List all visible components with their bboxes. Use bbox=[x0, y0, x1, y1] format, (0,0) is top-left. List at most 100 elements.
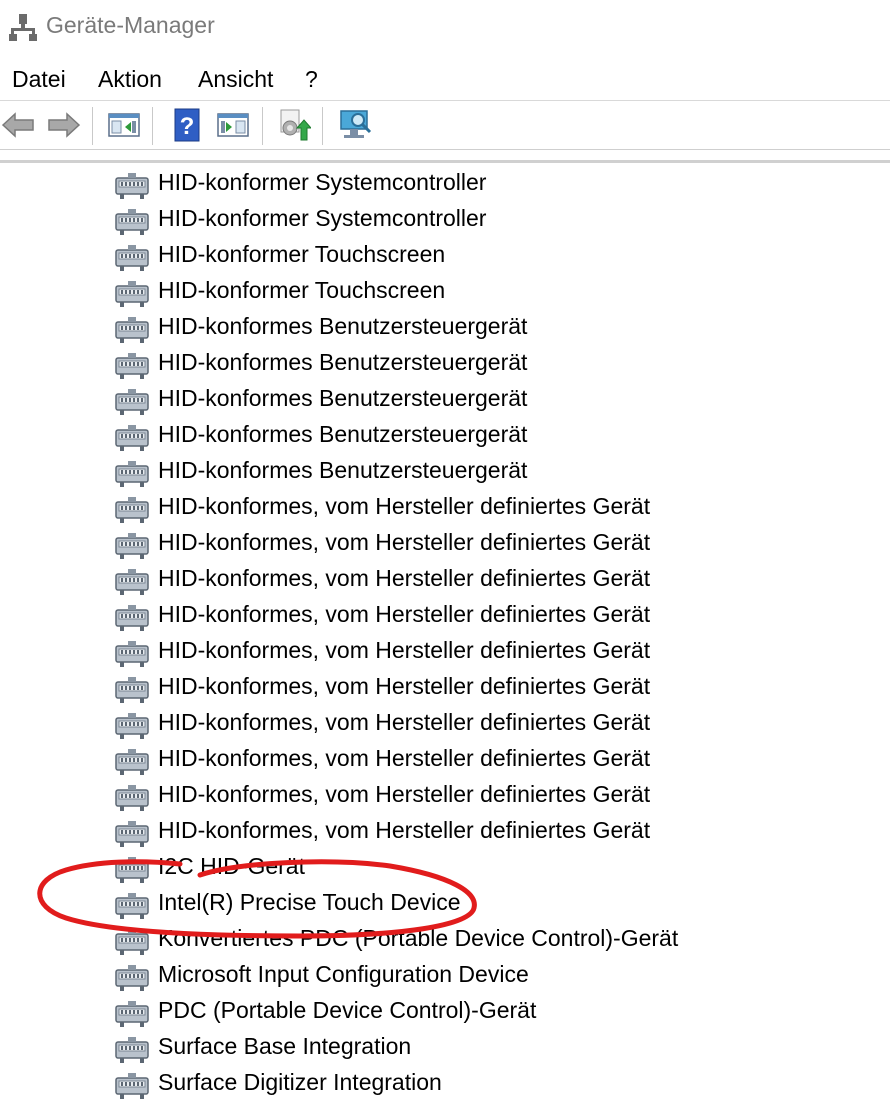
menu-ansicht[interactable]: Ansicht bbox=[198, 66, 273, 93]
device-label: HID-konformes, vom Hersteller definierte… bbox=[158, 637, 651, 663]
device-label: HID-konformes, vom Hersteller definierte… bbox=[158, 565, 651, 591]
device-label: HID-konformes, vom Hersteller definierte… bbox=[158, 817, 651, 843]
hid-device-icon bbox=[114, 386, 150, 416]
device-tree-item[interactable]: Intel(R) Precise Touch Device bbox=[114, 886, 854, 922]
device-label: HID-konformes Benutzersteuergerät bbox=[158, 313, 528, 339]
device-tree-item[interactable]: HID-konformer Systemcontroller bbox=[114, 202, 854, 238]
device-tree-item[interactable]: Microsoft Input Configuration Device bbox=[114, 958, 854, 994]
menu-datei[interactable]: Datei bbox=[12, 66, 66, 93]
hid-device-icon bbox=[114, 1070, 150, 1100]
show-hide-console-tree-button[interactable] bbox=[106, 107, 142, 143]
hid-device-icon bbox=[114, 890, 150, 920]
hid-device-icon bbox=[114, 242, 150, 272]
toolbar-separator bbox=[92, 107, 93, 145]
device-label: HID-konformes, vom Hersteller definierte… bbox=[158, 601, 651, 627]
device-tree-item-partial[interactable] bbox=[114, 1102, 854, 1108]
device-tree-item[interactable]: HID-konformes, vom Hersteller definierte… bbox=[114, 742, 854, 778]
device-label: PDC (Portable Device Control)-Gerät bbox=[158, 997, 537, 1023]
hid-device-icon bbox=[114, 314, 150, 344]
svg-text:?: ? bbox=[180, 113, 195, 140]
hid-device-icon bbox=[114, 566, 150, 596]
hid-device-icon bbox=[114, 422, 150, 452]
pane-border bbox=[0, 160, 890, 163]
device-label: Intel(R) Precise Touch Device bbox=[158, 889, 461, 915]
help-icon: ? bbox=[174, 108, 200, 142]
forward-arrow-icon bbox=[48, 112, 81, 138]
menu-help[interactable]: ? bbox=[305, 66, 318, 93]
device-label: HID-konformer Touchscreen bbox=[158, 241, 446, 267]
device-tree-item[interactable]: PDC (Portable Device Control)-Gerät bbox=[114, 994, 854, 1030]
update-driver-icon bbox=[280, 109, 311, 141]
back-arrow-icon bbox=[1, 112, 34, 138]
show-hide-action-pane-icon bbox=[217, 113, 249, 137]
device-tree-item[interactable]: HID-konformes, vom Hersteller definierte… bbox=[114, 490, 854, 526]
device-tree-item[interactable]: Surface Digitizer Integration bbox=[114, 1066, 854, 1102]
hid-device-icon bbox=[114, 674, 150, 704]
hid-device-icon bbox=[114, 998, 150, 1028]
device-tree-item[interactable]: HID-konformes, vom Hersteller definierte… bbox=[114, 526, 854, 562]
hid-device-icon bbox=[114, 1034, 150, 1064]
device-label: Konvertiertes PDC (Portable Device Contr… bbox=[158, 925, 679, 951]
hid-device-icon bbox=[114, 638, 150, 668]
device-label: HID-konformes, vom Hersteller definierte… bbox=[158, 493, 651, 519]
device-label: Surface Base Integration bbox=[158, 1033, 412, 1059]
device-tree-item[interactable]: HID-konformes, vom Hersteller definierte… bbox=[114, 634, 854, 670]
hid-device-icon bbox=[114, 530, 150, 560]
device-tree-item[interactable]: HID-konformes Benutzersteuergerät bbox=[114, 382, 854, 418]
hid-device-icon bbox=[114, 278, 150, 308]
hid-device-icon bbox=[114, 206, 150, 236]
hid-device-icon bbox=[114, 962, 150, 992]
device-tree-item[interactable]: HID-konformes Benutzersteuergerät bbox=[114, 454, 854, 490]
device-tree-item[interactable]: HID-konformes Benutzersteuergerät bbox=[114, 346, 854, 382]
toolbar-separator bbox=[152, 107, 153, 145]
device-tree-item[interactable]: HID-konformes, vom Hersteller definierte… bbox=[114, 706, 854, 742]
hid-device-icon bbox=[114, 818, 150, 848]
device-label: HID-konformes Benutzersteuergerät bbox=[158, 457, 528, 483]
device-tree-item[interactable]: HID-konformer Touchscreen bbox=[114, 238, 854, 274]
hid-device-icon bbox=[114, 782, 150, 812]
device-label: HID-konformer Systemcontroller bbox=[158, 205, 487, 231]
show-hide-action-pane-button[interactable] bbox=[215, 107, 251, 143]
device-label: HID-konformes, vom Hersteller definierte… bbox=[158, 709, 651, 735]
menu-aktion[interactable]: Aktion bbox=[98, 66, 162, 93]
device-manager-app-icon bbox=[9, 14, 37, 41]
device-tree-item[interactable]: HID-konformer Touchscreen bbox=[114, 274, 854, 310]
device-tree-item[interactable]: I2C HID-Gerät bbox=[114, 850, 854, 886]
device-label: HID-konformes, vom Hersteller definierte… bbox=[158, 745, 651, 771]
device-label: Surface Digitizer Integration bbox=[158, 1069, 442, 1095]
title-bar: Geräte-Manager bbox=[0, 0, 890, 56]
device-tree-item[interactable]: HID-konformes, vom Hersteller definierte… bbox=[114, 814, 854, 850]
hid-device-icon bbox=[114, 602, 150, 632]
scan-hardware-changes-button[interactable] bbox=[338, 107, 374, 143]
help-button[interactable]: ? bbox=[169, 107, 205, 143]
device-tree-item[interactable]: HID-konformes Benutzersteuergerät bbox=[114, 310, 854, 346]
device-label: HID-konformer Systemcontroller bbox=[158, 169, 487, 195]
scan-hardware-changes-icon bbox=[340, 110, 372, 138]
device-label: I2C HID-Gerät bbox=[158, 853, 305, 879]
device-label: HID-konformes, vom Hersteller definierte… bbox=[158, 673, 651, 699]
hid-device-icon bbox=[114, 458, 150, 488]
toolbar-separator bbox=[262, 107, 263, 145]
update-driver-button[interactable] bbox=[276, 107, 312, 143]
hid-device-icon bbox=[114, 710, 150, 740]
forward-button[interactable] bbox=[46, 107, 82, 143]
device-tree-item[interactable]: Surface Base Integration bbox=[114, 1030, 854, 1066]
hid-device-icon bbox=[114, 746, 150, 776]
device-tree-item[interactable]: HID-konformes, vom Hersteller definierte… bbox=[114, 670, 854, 706]
menu-bar: Datei Aktion Ansicht ? bbox=[0, 58, 890, 100]
device-tree-item[interactable]: HID-konformer Systemcontroller bbox=[114, 166, 854, 202]
device-tree-item[interactable]: Konvertiertes PDC (Portable Device Contr… bbox=[114, 922, 854, 958]
back-button[interactable] bbox=[0, 107, 36, 143]
hid-device-icon bbox=[114, 350, 150, 380]
device-label: HID-konformes Benutzersteuergerät bbox=[158, 385, 528, 411]
show-hide-console-tree-icon bbox=[108, 113, 140, 137]
hid-device-icon bbox=[114, 494, 150, 524]
device-tree-item[interactable]: HID-konformes Benutzersteuergerät bbox=[114, 418, 854, 454]
device-tree-item[interactable]: HID-konformes, vom Hersteller definierte… bbox=[114, 562, 854, 598]
device-tree-item[interactable]: HID-konformes, vom Hersteller definierte… bbox=[114, 778, 854, 814]
toolbar: ? bbox=[0, 101, 890, 149]
hid-device-icon bbox=[114, 926, 150, 956]
toolbar-divider-bottom bbox=[0, 149, 890, 150]
device-tree-item[interactable]: HID-konformes, vom Hersteller definierte… bbox=[114, 598, 854, 634]
device-tree[interactable]: HID-konformer Systemcontroller HID-konfo… bbox=[0, 166, 890, 1108]
